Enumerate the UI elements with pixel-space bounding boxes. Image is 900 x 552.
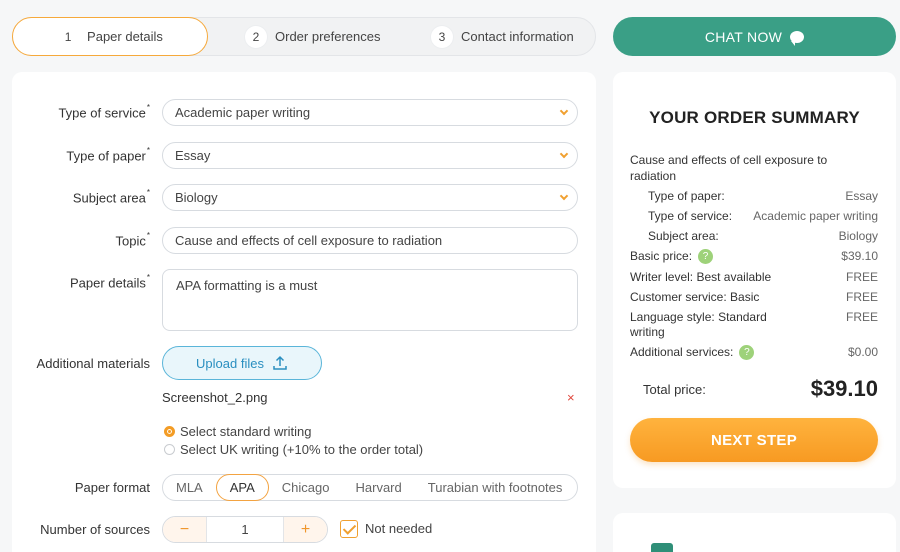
- service-value: Academic paper writing: [175, 105, 311, 120]
- step-paper-details[interactable]: 1 Paper details: [12, 17, 208, 56]
- secondary-card: [613, 513, 896, 552]
- summary-additional-services: Additional services:? $0.00: [630, 345, 878, 361]
- subject-select[interactable]: Biology: [162, 184, 578, 211]
- step-number: 1: [57, 25, 80, 48]
- upload-files-button[interactable]: Upload files: [162, 346, 322, 380]
- topic-input[interactable]: Cause and effects of cell exposure to ra…: [162, 227, 578, 254]
- help-icon[interactable]: ?: [698, 249, 714, 265]
- summary-row-subject: Subject area: Biology: [648, 229, 878, 243]
- chevron-down-icon: [559, 191, 569, 201]
- uk-writing-label: Select UK writing (+10% to the order tot…: [180, 442, 424, 457]
- summary-title: YOUR ORDER SUMMARY: [649, 108, 860, 127]
- step-label: Paper details: [87, 29, 163, 44]
- total-price-value: $39.10: [810, 376, 878, 401]
- total-price-label: Total price:: [643, 382, 706, 397]
- format-option-chicago[interactable]: Chicago: [269, 474, 343, 501]
- format-option-turabian[interactable]: Turabian with footnotes: [415, 474, 576, 501]
- chat-now-button[interactable]: CHAT NOW: [613, 17, 896, 56]
- uploaded-file-name: Screenshot_2.png: [162, 390, 268, 405]
- chat-now-label: CHAT NOW: [704, 28, 783, 45]
- step-number: 2: [245, 25, 267, 48]
- shield-icon: [651, 543, 673, 552]
- next-step-button[interactable]: NEXT STEP: [630, 418, 878, 462]
- format-label: Paper format: [74, 480, 150, 495]
- summary-topic: Cause and effects of cell exposure to ra…: [630, 153, 828, 183]
- subject-label: Subject area*: [72, 188, 150, 206]
- chevron-down-icon: [559, 149, 569, 159]
- subject-value: Biology: [175, 190, 218, 205]
- step-order-preferences[interactable]: 2 Order preferences: [245, 17, 381, 56]
- paper-type-value: Essay: [175, 148, 211, 163]
- service-select[interactable]: Academic paper writing: [162, 99, 578, 126]
- paper-type-label: Type of paper*: [66, 146, 150, 164]
- format-option-apa[interactable]: APA: [215, 474, 269, 501]
- summary-basic-price: Basic price:? $39.10: [630, 249, 878, 265]
- paper-format-selector: MLA APA Chicago Harvard Turabian with fo…: [162, 474, 578, 501]
- decrement-button[interactable]: −: [163, 517, 207, 542]
- order-summary: YOUR ORDER SUMMARY Cause and effects of …: [613, 72, 896, 488]
- order-steps: 1 Paper details 2 Order preferences 3 Co…: [12, 17, 596, 56]
- sources-value[interactable]: 1: [207, 517, 283, 542]
- not-needed-label: Not needed: [365, 521, 433, 536]
- upload-icon: [273, 355, 287, 370]
- summary-row-service: Type of service: Academic paper writing: [648, 209, 878, 223]
- paper-type-select[interactable]: Essay: [162, 142, 578, 169]
- radio-unselected-icon: [164, 444, 175, 455]
- format-option-harvard[interactable]: Harvard: [343, 474, 415, 501]
- help-icon[interactable]: ?: [739, 345, 755, 361]
- radio-selected-icon: [164, 426, 175, 437]
- remove-file-icon[interactable]: ×: [567, 390, 575, 405]
- step-contact-information[interactable]: 3 Contact information: [431, 17, 574, 56]
- standard-writing-label: Select standard writing: [180, 424, 312, 439]
- chat-bubble-icon: [790, 30, 805, 46]
- topic-label: Topic*: [115, 231, 150, 249]
- step-label: Order preferences: [275, 29, 381, 44]
- format-option-mla[interactable]: MLA: [163, 474, 216, 501]
- uk-writing-option[interactable]: Select UK writing (+10% to the order tot…: [164, 442, 423, 457]
- details-value: APA formatting is a must: [176, 278, 318, 293]
- chevron-down-icon: [559, 106, 569, 116]
- sources-label: Number of sources: [40, 522, 150, 537]
- service-label: Type of service*: [58, 103, 150, 121]
- paper-details-form: Type of service* Academic paper writing …: [12, 72, 596, 552]
- summary-writer-level: Writer level: Best available FREE: [630, 270, 878, 284]
- step-label: Contact information: [461, 29, 574, 44]
- upload-label: Upload files: [196, 355, 264, 371]
- summary-language-style: Language style: Standard writing FREE: [630, 310, 878, 339]
- topic-value: Cause and effects of cell exposure to ra…: [175, 233, 443, 248]
- details-label: Paper details*: [69, 273, 150, 291]
- summary-customer-service: Customer service: Basic FREE: [630, 290, 878, 304]
- step-number: 3: [431, 25, 453, 48]
- materials-label: Additional materials: [36, 356, 150, 371]
- standard-writing-option[interactable]: Select standard writing: [164, 424, 312, 439]
- sources-stepper: − 1 +: [162, 516, 328, 543]
- increment-button[interactable]: +: [283, 517, 327, 542]
- not-needed-checkbox[interactable]: [340, 520, 358, 538]
- summary-row-paper-type: Type of paper: Essay: [648, 189, 878, 203]
- details-textarea[interactable]: APA formatting is a must: [162, 269, 578, 331]
